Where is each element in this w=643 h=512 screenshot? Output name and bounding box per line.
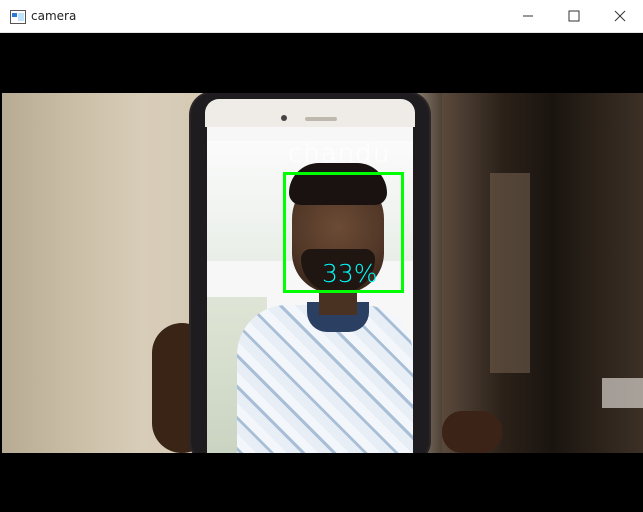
face-name-label: chandu (288, 139, 391, 169)
maximize-icon (568, 10, 580, 22)
minimize-icon (523, 15, 533, 17)
close-icon (614, 10, 626, 22)
app-icon (10, 9, 26, 24)
window-title: camera (31, 9, 77, 23)
maximize-button[interactable] (551, 0, 597, 32)
background-panel (490, 173, 530, 373)
background-shelf (602, 378, 643, 408)
minimize-button[interactable] (505, 0, 551, 32)
camera-frame: chandu 33% (2, 33, 643, 512)
window-titlebar[interactable]: camera (0, 0, 643, 33)
phone-front-camera (281, 115, 287, 121)
face-confidence-label: 33% (322, 259, 378, 288)
phone-bezel-top (205, 99, 415, 127)
close-button[interactable] (597, 0, 643, 32)
hand-right (442, 411, 502, 453)
phone-speaker (305, 117, 337, 121)
